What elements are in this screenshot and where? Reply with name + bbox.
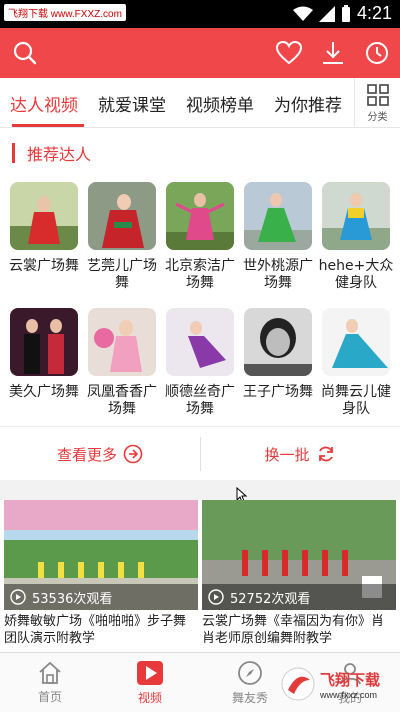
person-name: 云裳广场舞 <box>9 258 79 274</box>
view-count-bar: 53536次观看 <box>4 584 198 610</box>
person-card[interactable]: 尚舞云儿健身队 <box>317 308 395 418</box>
refresh-icon <box>318 446 333 462</box>
person-name: hehe+大众健身队 <box>318 258 394 291</box>
search-icon[interactable] <box>0 28 50 78</box>
person-name: 王子广场舞 <box>243 384 313 400</box>
tab-class[interactable]: 就爱课堂 <box>88 78 176 128</box>
person-card[interactable]: hehe+大众健身队 <box>317 182 395 292</box>
watermark-url: www.fxxz.com <box>320 689 378 700</box>
person-name: 世外桃源广场舞 <box>243 258 313 291</box>
history-icon[interactable] <box>352 28 400 78</box>
view-count-bar: 52752次观看 <box>202 584 396 610</box>
avatar <box>88 308 156 376</box>
grid-actions: 查看更多 换一批 <box>0 426 400 480</box>
top-bar <box>0 28 400 78</box>
view-count: 53536次观看 <box>32 591 113 607</box>
person-card[interactable]: 北京索洁广场舞 <box>161 182 239 292</box>
wifi-icon <box>292 6 313 21</box>
video-title: 云裳广场舞《幸福因为有你》肖肖老师原创编舞附教学 <box>202 614 385 646</box>
person-card[interactable]: 顺德丝奇广场舞 <box>161 308 239 418</box>
view-more-button[interactable]: 查看更多 <box>0 427 200 481</box>
section-title: 推荐达人 <box>27 145 92 164</box>
download-icon[interactable] <box>308 28 358 78</box>
status-bar: 飞翔下载 www.FXXZ.com 4:21 <box>0 0 400 28</box>
play-circle-icon <box>208 589 224 605</box>
person-card[interactable]: 云裳广场舞 <box>5 182 83 275</box>
view-more-label: 查看更多 <box>56 445 117 464</box>
section-header: 推荐达人 <box>0 128 400 178</box>
nav-dancer-show[interactable]: 舞友秀 <box>210 653 290 713</box>
watermark-brand: 飞翔下载 <box>320 671 381 689</box>
nav-label: 视频 <box>137 691 162 705</box>
person-card[interactable]: 艺莞儿广场舞 <box>83 182 161 292</box>
nav-home[interactable]: 首页 <box>10 653 90 713</box>
avatar <box>322 308 390 376</box>
tab-recommend[interactable]: 为你推荐 <box>264 78 352 128</box>
tab-ranking[interactable]: 视频榜单 <box>176 78 264 128</box>
nav-label: 舞友秀 <box>231 691 268 705</box>
video-card[interactable]: 53536次观看 娇舞敏敏广场《啪啪啪》步子舞团队演示附教学 <box>4 500 198 649</box>
section-spacer <box>0 480 400 500</box>
battery-icon <box>341 4 350 22</box>
view-count: 52752次观看 <box>230 591 311 607</box>
person-card[interactable]: 美久广场舞 <box>5 308 83 401</box>
video-thumbnail: 53536次观看 <box>4 500 198 610</box>
watermark-logo: 飞翔下载 www.fxxz.com <box>280 660 396 708</box>
status-watermark: 飞翔下载 www.FXXZ.com <box>4 4 126 21</box>
refresh-batch-button[interactable]: 换一批 <box>200 427 400 481</box>
home-icon <box>39 661 61 684</box>
avatar <box>166 308 234 376</box>
arrow-right-circle-icon <box>123 444 143 464</box>
section-marker <box>12 143 15 163</box>
person-name: 艺莞儿广场舞 <box>87 258 157 291</box>
video-card[interactable]: 52752次观看 云裳广场舞《幸福因为有你》肖肖老师原创编舞附教学 <box>202 500 396 649</box>
compass-icon <box>238 661 262 685</box>
play-circle-icon <box>10 589 26 605</box>
person-name: 尚舞云儿健身队 <box>321 384 391 417</box>
video-play-icon <box>137 661 163 685</box>
video-thumbnail: 52752次观看 <box>202 500 396 610</box>
active-tab-indicator <box>12 124 84 127</box>
avatar <box>322 182 390 250</box>
category-label: 分类 <box>367 111 388 123</box>
person-name: 北京索洁广场舞 <box>165 258 235 291</box>
tab-bar: 达人视频 就爱课堂 视频榜单 为你推荐 分类 <box>0 78 400 128</box>
person-card[interactable]: 王子广场舞 <box>239 308 317 401</box>
category-button[interactable]: 分类 <box>354 78 400 128</box>
refresh-batch-label: 换一批 <box>264 445 310 464</box>
avatar <box>10 182 78 250</box>
video-title: 娇舞敏敏广场《啪啪啪》步子舞团队演示附教学 <box>4 614 187 646</box>
nav-video[interactable]: 视频 <box>110 653 190 713</box>
nav-label: 首页 <box>37 690 62 704</box>
grid-icon <box>366 83 389 106</box>
heart-icon[interactable] <box>264 28 314 78</box>
tab-daren-video[interactable]: 达人视频 <box>0 78 88 128</box>
signal-icon <box>318 5 335 22</box>
person-card[interactable]: 世外桃源广场舞 <box>239 182 317 292</box>
person-name: 凤凰香香广场舞 <box>87 384 157 417</box>
avatar <box>88 182 156 250</box>
brand-logo-icon <box>281 667 315 701</box>
avatar <box>10 308 78 376</box>
person-name: 顺德丝奇广场舞 <box>165 384 235 417</box>
status-time: 4:21 <box>356 3 392 23</box>
avatar <box>244 182 312 250</box>
person-name: 美久广场舞 <box>9 384 79 400</box>
video-list: 53536次观看 娇舞敏敏广场《啪啪啪》步子舞团队演示附教学 52752次观看 … <box>0 500 400 652</box>
avatar <box>166 182 234 250</box>
person-card[interactable]: 凤凰香香广场舞 <box>83 308 161 418</box>
avatar <box>244 308 312 376</box>
